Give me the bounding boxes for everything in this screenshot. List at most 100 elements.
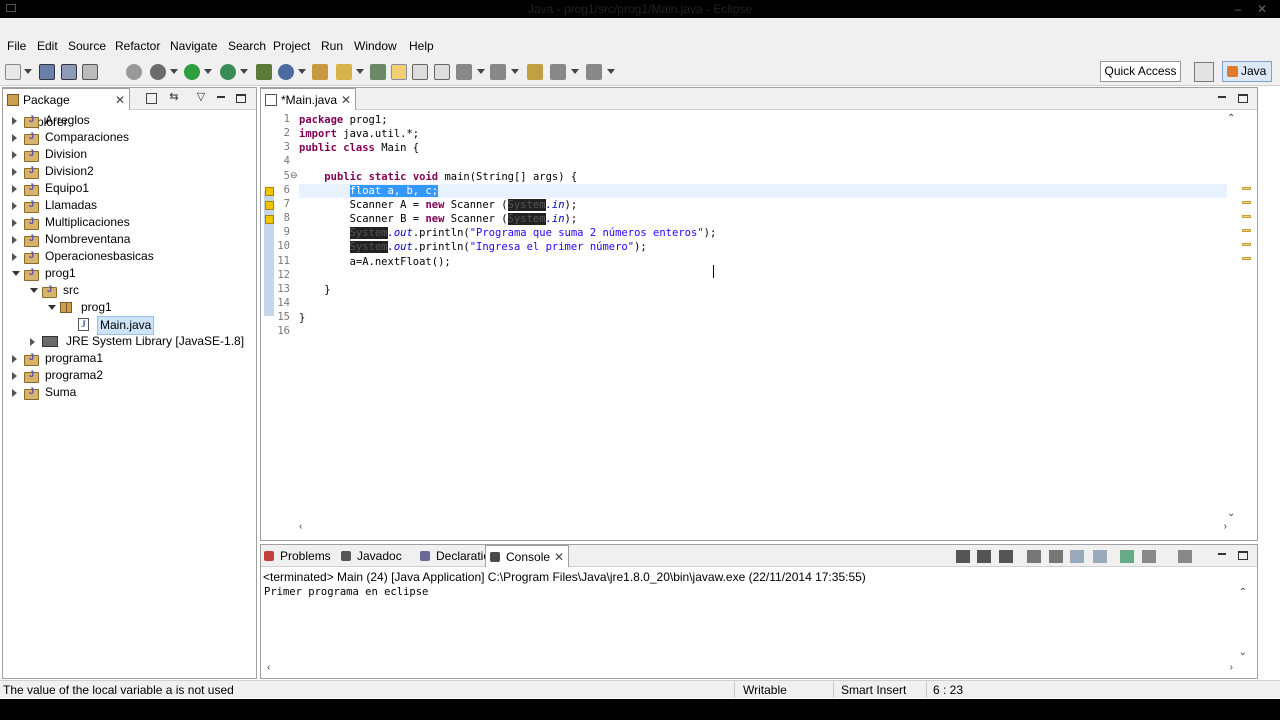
new-java-project-icon[interactable] <box>256 64 272 80</box>
close-window-icon[interactable]: ✕ <box>1250 0 1274 18</box>
tab-javadoc[interactable]: Javadoc <box>337 545 415 567</box>
scroll-left-icon[interactable]: ‹ <box>299 521 302 532</box>
java-perspective-button[interactable]: Java <box>1222 61 1272 82</box>
search-icon[interactable] <box>336 64 352 80</box>
show-whitespace-icon[interactable] <box>412 64 428 80</box>
close-icon[interactable]: ✕ <box>341 89 351 111</box>
collapse-all-icon[interactable] <box>146 93 157 104</box>
expand-right-icon[interactable] <box>30 338 35 346</box>
remove-launch-icon[interactable] <box>977 550 991 563</box>
print-icon[interactable] <box>82 64 98 80</box>
forward-dropdown-icon[interactable] <box>607 69 615 74</box>
warning-marker[interactable] <box>1242 201 1251 204</box>
skip-breakpoints-icon[interactable] <box>126 64 142 80</box>
expand-right-icon[interactable] <box>12 202 17 210</box>
editor-horizontal-scrollbar[interactable]: ‹ › <box>299 521 1227 537</box>
expand-right-icon[interactable] <box>12 168 17 176</box>
scroll-right-icon[interactable]: › <box>1230 662 1233 673</box>
show-console-output-icon[interactable] <box>1093 550 1107 563</box>
tab-declaration[interactable]: Declaration <box>416 545 497 567</box>
tree-item-project[interactable]: Llamadas <box>3 196 253 214</box>
next-annotation-dropdown-icon[interactable] <box>477 69 485 74</box>
scroll-up-icon[interactable]: ⌃ <box>1239 587 1247 598</box>
warning-marker[interactable] <box>1242 187 1251 190</box>
scroll-up-icon[interactable]: ⌃ <box>1227 113 1235 124</box>
expand-right-icon[interactable] <box>12 372 17 380</box>
scroll-down-icon[interactable]: ⌄ <box>1239 647 1247 658</box>
tree-item-project[interactable]: Arreglos <box>3 111 253 129</box>
save-all-icon[interactable] <box>61 64 77 80</box>
run-icon[interactable] <box>184 64 200 80</box>
debug-dropdown-icon[interactable] <box>170 69 178 74</box>
open-console-icon[interactable] <box>1178 550 1192 563</box>
console-output[interactable]: Primer programa en eclipse <box>264 586 428 598</box>
toggle-highlight-icon[interactable] <box>391 64 407 80</box>
maximize-icon[interactable] <box>1238 94 1248 103</box>
view-menu-icon[interactable]: ▽ <box>195 92 207 104</box>
minimize-icon[interactable] <box>1216 92 1228 104</box>
new-class-dropdown-icon[interactable] <box>298 69 306 74</box>
tab-problems[interactable]: Problems <box>260 545 334 567</box>
previous-annotation-icon[interactable] <box>490 64 506 80</box>
tree-item-project[interactable]: programa1 <box>3 349 253 367</box>
minimize-window-icon[interactable]: – <box>1226 0 1250 18</box>
expand-right-icon[interactable] <box>12 253 17 261</box>
warning-icon[interactable] <box>265 215 274 225</box>
tree-item-project[interactable]: prog1 <box>3 264 253 282</box>
tree-item-project[interactable]: Operacionesbasicas <box>3 247 253 265</box>
tree-item-project[interactable]: Suma <box>3 383 253 401</box>
tree-item-src[interactable]: src <box>3 281 253 299</box>
quick-access-field[interactable]: Quick Access <box>1100 61 1181 82</box>
expand-right-icon[interactable] <box>12 236 17 244</box>
debug-icon[interactable] <box>150 64 166 80</box>
warning-icon[interactable] <box>265 186 274 196</box>
scroll-right-icon[interactable]: › <box>1224 521 1227 532</box>
code-area[interactable]: package prog1; import java.util.*; public … <box>299 111 1227 521</box>
expand-down-icon[interactable] <box>12 271 20 276</box>
word-wrap-icon[interactable] <box>1070 550 1084 563</box>
tree-item-project[interactable]: Multiplicaciones <box>3 213 253 231</box>
tree-item-project[interactable]: Comparaciones <box>3 128 253 146</box>
tree-item-project[interactable]: Nombreventana <box>3 230 253 248</box>
last-edit-location-icon[interactable] <box>527 64 543 80</box>
tree-item-project[interactable]: Division <box>3 145 253 163</box>
fold-collapse-icon[interactable]: ⊖ <box>290 170 298 181</box>
remove-all-terminated-icon[interactable] <box>999 550 1013 563</box>
terminate-icon[interactable] <box>956 550 970 563</box>
close-icon[interactable]: ✕ <box>554 546 564 568</box>
tree-item-package[interactable]: prog1 <box>3 299 253 316</box>
display-console-icon[interactable] <box>1142 550 1156 563</box>
menu-source[interactable]: Source <box>68 39 106 53</box>
open-perspective-icon[interactable] <box>1194 62 1214 82</box>
next-annotation-icon[interactable] <box>456 64 472 80</box>
tab-package-explorer[interactable]: Package Explorer ✕ <box>2 88 130 129</box>
minimize-icon[interactable] <box>1216 549 1228 561</box>
expand-right-icon[interactable] <box>12 355 17 363</box>
new-icon[interactable] <box>5 64 21 80</box>
warning-marker[interactable] <box>1242 243 1251 246</box>
block-selection-icon[interactable] <box>434 64 450 80</box>
tree-item-project[interactable]: Division2 <box>3 162 253 180</box>
menu-navigate[interactable]: Navigate <box>170 39 217 53</box>
tab-main-java[interactable]: *Main.java ✕ <box>260 88 356 110</box>
expand-right-icon[interactable] <box>12 389 17 397</box>
minimize-icon[interactable] <box>215 92 227 104</box>
expand-right-icon[interactable] <box>12 151 17 159</box>
forward-icon[interactable] <box>586 64 602 80</box>
search-dropdown-icon[interactable] <box>356 69 364 74</box>
menu-search[interactable]: Search <box>228 39 266 53</box>
close-icon[interactable]: ✕ <box>115 89 125 111</box>
pin-console-icon[interactable] <box>1120 550 1134 563</box>
warning-marker[interactable] <box>1242 229 1251 232</box>
link-with-editor-icon[interactable]: ⇆ <box>167 92 181 104</box>
maximize-icon[interactable] <box>1238 551 1248 560</box>
open-type-icon[interactable] <box>312 64 328 80</box>
previous-annotation-dropdown-icon[interactable] <box>511 69 519 74</box>
tree-item-project[interactable]: Equipo1 <box>3 179 253 197</box>
scroll-lock-icon[interactable] <box>1027 550 1041 563</box>
expand-right-icon[interactable] <box>12 134 17 142</box>
tree-item-library[interactable]: JRE System Library [JavaSE-1.8] <box>3 333 253 350</box>
back-dropdown-icon[interactable] <box>571 69 579 74</box>
menu-refactor[interactable]: Refactor <box>115 39 160 53</box>
expand-right-icon[interactable] <box>12 185 17 193</box>
